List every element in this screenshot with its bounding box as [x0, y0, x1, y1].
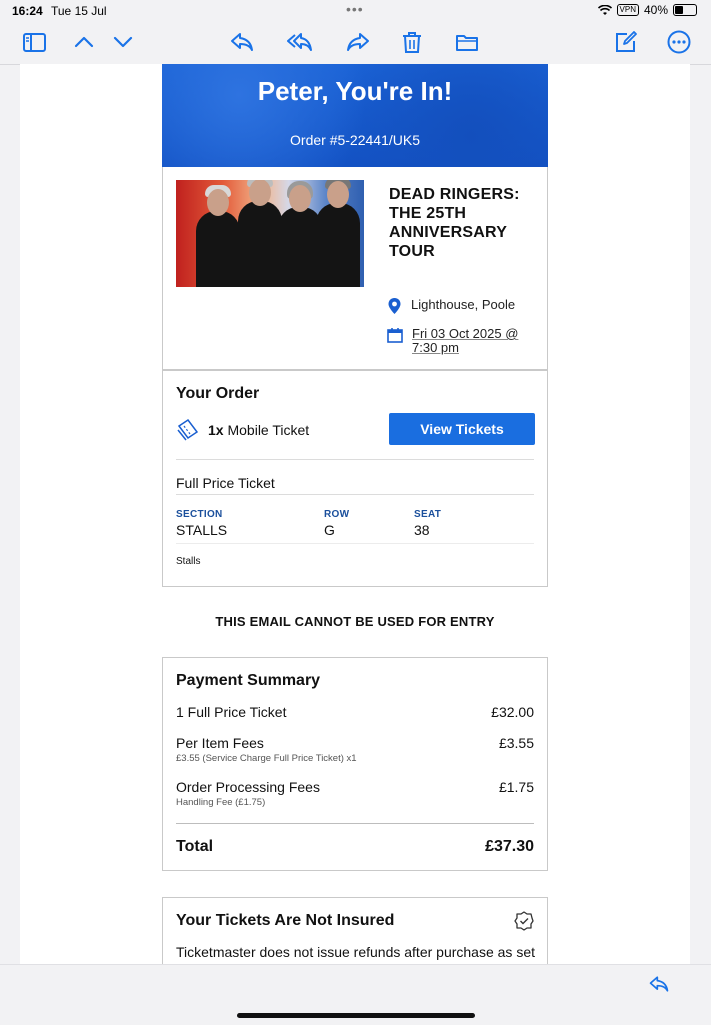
event-card: DEAD RINGERS: THE 25TH ANNIVERSARY TOUR …: [162, 167, 548, 370]
battery-icon: [673, 4, 697, 16]
payment-total-row: Total £37.30: [176, 838, 534, 856]
seat-value: 38: [414, 522, 430, 538]
payment-line-ticket: 1 Full Price Ticket £32.00: [176, 704, 534, 720]
seat-col: SEAT 38: [414, 509, 441, 538]
price-type: Full Price Ticket: [176, 475, 275, 491]
total-amount: £37.30: [485, 838, 534, 855]
compose-icon[interactable]: [610, 26, 642, 58]
payment-item-amount: £32.00: [491, 704, 534, 720]
event-title: DEAD RINGERS: THE 25TH ANNIVERSARY TOUR: [389, 186, 520, 260]
ticket-icon: [177, 418, 199, 441]
status-bar: 16:24 Tue 15 Jul ••• VPN 40%: [0, 0, 711, 22]
payment-summary-card: Payment Summary 1 Full Price Ticket £32.…: [162, 657, 548, 871]
payment-line-fees: Per Item Fees £3.55: [176, 735, 534, 751]
section-col: SECTION STALLS: [176, 509, 227, 538]
battery-percent: 40%: [643, 3, 668, 17]
reply-icon[interactable]: [226, 26, 258, 58]
payment-item-sub: £3.55 (Service Charge Full Price Ticket)…: [176, 753, 357, 764]
section-value: STALLS: [176, 522, 228, 538]
payment-item-label: Order Processing Fees: [176, 779, 320, 795]
event-image: [176, 180, 364, 287]
more-icon[interactable]: [663, 26, 695, 58]
row-col: ROW G: [324, 509, 349, 538]
event-venue-row: Lighthouse, Poole: [387, 297, 515, 315]
mail-toolbar: [0, 22, 711, 65]
row-label: ROW: [324, 509, 350, 520]
ticket-type: Mobile Ticket: [227, 422, 310, 438]
ticket-qty: 1x: [208, 422, 224, 438]
home-indicator[interactable]: [237, 1013, 475, 1018]
shield-check-icon: [514, 911, 534, 931]
insurance-text: Ticketmaster does not issue refunds afte…: [176, 944, 535, 960]
chevron-down-icon[interactable]: [107, 26, 139, 58]
bottom-toolbar: [0, 964, 711, 1025]
location-pin-icon: [388, 298, 401, 314]
event-date-row: Fri 03 Oct 2025 @ 7:30 pm: [387, 327, 522, 355]
sidebar-icon[interactable]: [18, 26, 50, 58]
seat-area-note: Stalls: [176, 556, 201, 567]
trash-icon[interactable]: [396, 26, 428, 58]
calendar-icon: [387, 328, 403, 343]
row-value: G: [324, 522, 335, 538]
order-heading: Your Order: [176, 385, 260, 402]
confirmation-title: Peter, You're In!: [257, 76, 453, 106]
reply-icon[interactable]: [647, 973, 671, 1000]
wifi-icon: [597, 4, 612, 15]
vpn-badge: VPN: [616, 4, 639, 16]
entry-notice: THIS EMAIL CANNOT BE USED FOR ENTRY: [215, 614, 495, 629]
email-body[interactable]: Peter, You're In! Order #5-22441/UK5 DEA…: [20, 64, 690, 964]
event-datetime[interactable]: Fri 03 Oct 2025 @ 7:30 pm: [412, 327, 522, 355]
view-tickets-button[interactable]: View Tickets: [389, 413, 535, 445]
status-time: 16:24: [12, 4, 43, 18]
confirmation-banner: Peter, You're In! Order #5-22441/UK5: [162, 64, 548, 167]
payment-item-label: 1 Full Price Ticket: [176, 704, 287, 720]
folder-icon[interactable]: [451, 26, 483, 58]
payment-item-amount: £1.75: [498, 779, 534, 795]
forward-icon[interactable]: [342, 26, 374, 58]
multitasking-dots-icon[interactable]: •••: [346, 1, 364, 17]
payment-line-processing: Order Processing Fees £1.75: [176, 779, 534, 795]
payment-item-amount: £3.55: [498, 735, 534, 751]
event-venue: Lighthouse, Poole: [411, 297, 516, 312]
payment-item-label: Per Item Fees: [176, 735, 264, 751]
order-card: Your Order 1x Mobile Ticket View Tickets…: [162, 370, 548, 587]
ticket-line: 1x Mobile Ticket: [176, 418, 309, 442]
payment-heading: Payment Summary: [176, 672, 321, 689]
section-label: SECTION: [176, 509, 223, 520]
payment-item-sub: Handling Fee (£1.75): [176, 797, 266, 808]
chevron-up-icon[interactable]: [68, 26, 100, 58]
insurance-heading: Your Tickets Are Not Insured: [176, 912, 395, 929]
total-label: Total: [176, 838, 214, 855]
insurance-card: Your Tickets Are Not Insured Ticketmaste…: [162, 897, 548, 964]
reply-all-icon[interactable]: [284, 26, 316, 58]
order-number: Order #5-22441/UK5: [290, 132, 420, 148]
seat-label: SEAT: [414, 509, 442, 520]
status-date: Tue 15 Jul: [51, 4, 107, 18]
